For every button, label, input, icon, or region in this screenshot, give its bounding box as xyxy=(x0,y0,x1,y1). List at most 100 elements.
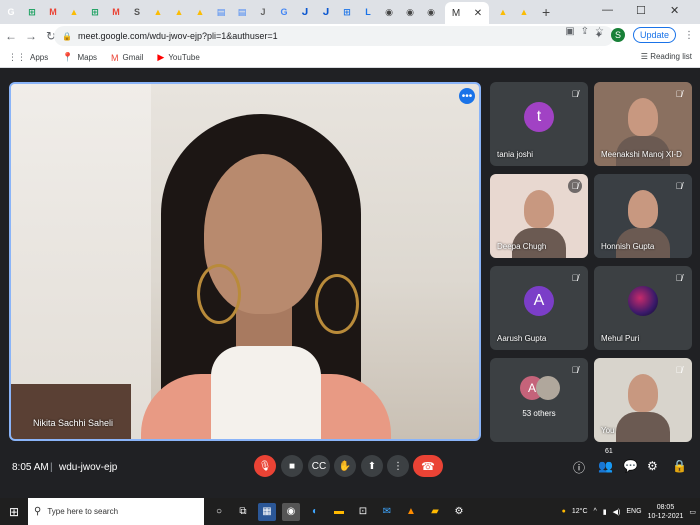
browser-tab[interactable]: G xyxy=(277,4,291,20)
activities-icon[interactable]: ⚙ xyxy=(647,459,658,473)
camera-indicator-icon[interactable]: ▣ xyxy=(565,26,574,37)
more-options-icon[interactable]: ••• xyxy=(459,88,475,104)
reading-list-button[interactable]: ☰ Reading list xyxy=(641,52,692,61)
participant-face xyxy=(524,190,554,228)
taskbar-date: 10-12-2021 xyxy=(647,512,684,520)
participant-name: Aarush Gupta xyxy=(497,334,547,343)
profile-avatar[interactable]: S xyxy=(610,28,625,42)
browser-tab[interactable]: L xyxy=(361,4,375,20)
address-bar[interactable]: 🔒 meet.google.com/wdu-jwov-ejp?pli=1&aut… xyxy=(54,26,614,46)
bookmark-apps[interactable]: ⋮⋮ Apps xyxy=(8,52,48,63)
browser-tab[interactable]: ᒍ xyxy=(298,4,312,20)
share-icon[interactable]: ⇪ xyxy=(581,26,589,37)
browser-tab[interactable]: S xyxy=(130,4,144,20)
update-button[interactable]: Update xyxy=(632,27,676,43)
chrome-icon[interactable]: ◉ xyxy=(282,502,300,521)
participant-tile[interactable]: t tania joshi 🎙̸ xyxy=(490,82,588,166)
browser-tab[interactable]: ᒍ xyxy=(319,4,333,20)
bookmark-gmail[interactable]: M Gmail xyxy=(111,53,143,63)
browser-tab[interactable]: ▲ xyxy=(172,4,186,20)
reading-list-label: Reading list xyxy=(650,52,692,61)
participant-tile[interactable]: Deepa Chugh 🎙̸ xyxy=(490,174,588,258)
network-icon[interactable]: ▮ xyxy=(603,508,607,516)
participant-tile[interactable]: A Aarush Gupta 🎙̸ xyxy=(490,266,588,350)
meeting-code: wdu-jwov-ejp xyxy=(59,462,118,473)
browser-tab[interactable]: ◉ xyxy=(382,4,396,20)
more-options-button[interactable]: ⋮ xyxy=(387,455,409,477)
browser-tab[interactable]: ⊞ xyxy=(25,4,39,20)
participant-tile[interactable]: Honnish Gupta 🎙̸ xyxy=(594,174,692,258)
participant-name: Meenakshi Manoj XI-D xyxy=(601,150,682,159)
others-count: 53 others xyxy=(522,409,556,418)
people-icon[interactable]: 👥 xyxy=(598,459,613,473)
lock-icon[interactable]: 🔒 xyxy=(62,32,72,41)
browser-tab[interactable]: ▲ xyxy=(67,4,81,20)
minimize-icon[interactable]: — xyxy=(602,4,613,16)
back-icon[interactable]: ← xyxy=(2,29,20,43)
store-icon[interactable]: ⊡ xyxy=(354,503,372,521)
browser-tab[interactable]: ◉ xyxy=(403,4,417,20)
windows-start-icon[interactable]: ⊞ xyxy=(4,505,24,519)
participant-tile[interactable]: You 🎙̸ xyxy=(594,358,692,442)
extensions-icon[interactable]: ✦ xyxy=(595,30,603,41)
camera-button[interactable]: ■ xyxy=(281,455,303,477)
notifications-icon[interactable]: ▭ xyxy=(689,508,696,516)
taskbar-search[interactable]: ⚲ Type here to search xyxy=(28,498,204,525)
browser-tab[interactable]: ▤ xyxy=(235,4,249,20)
browser-tab[interactable]: ▲ xyxy=(496,4,510,20)
participant-tile[interactable]: Mehul Puri 🎙̸ xyxy=(594,266,692,350)
mic-off-button[interactable]: 🎙 xyxy=(254,455,276,477)
mic-off-icon: 🎙̸ xyxy=(568,179,582,193)
browser-tab[interactable]: ▤ xyxy=(214,4,228,20)
edge-icon[interactable]: ◐ xyxy=(306,503,324,521)
settings-icon[interactable]: ⚙ xyxy=(450,503,468,521)
file-explorer-icon[interactable]: ▬ xyxy=(330,503,348,521)
vlc-icon[interactable]: ▲ xyxy=(402,503,420,521)
mic-off-icon: 🎙̸ xyxy=(675,181,683,191)
task-view-icon[interactable]: ⧉ xyxy=(234,503,252,521)
browser-tab[interactable]: ▲ xyxy=(193,4,207,20)
browser-tab[interactable]: M xyxy=(46,4,60,20)
host-controls-icon[interactable]: 🔒 xyxy=(672,459,687,473)
forward-icon[interactable]: → xyxy=(22,29,40,43)
main-speaker-tile[interactable]: Nikita Sachhi Saheli ••• xyxy=(9,82,481,441)
calculator-icon[interactable]: ▦ xyxy=(258,502,276,521)
taskbar-clock[interactable]: 08:05 10-12-2021 xyxy=(648,503,684,521)
browser-tab[interactable]: ◉ xyxy=(424,4,438,20)
language-indicator[interactable]: ENG xyxy=(626,508,641,515)
browser-tab[interactable]: ▲ xyxy=(517,4,531,20)
folder-icon[interactable]: ▰ xyxy=(426,503,444,521)
browser-tab[interactable]: G xyxy=(4,4,18,20)
browser-tab[interactable]: ⊞ xyxy=(88,4,102,20)
weather-icon[interactable]: ● xyxy=(562,508,566,515)
bookmark-icon: ▶ xyxy=(157,52,165,62)
participant-name: You xyxy=(601,426,615,435)
weather-temp[interactable]: 12°C xyxy=(572,508,588,515)
participant-avatar: A xyxy=(524,286,554,316)
browser-tab[interactable]: ▲ xyxy=(151,4,165,20)
browser-tab[interactable]: M xyxy=(109,4,123,20)
meeting-details-icon[interactable]: ⓘ xyxy=(573,459,585,476)
present-button[interactable]: ⬆ xyxy=(361,455,383,477)
participant-tile[interactable]: Meenakshi Manoj XI-D 🎙̸ xyxy=(594,82,692,166)
cortana-icon[interactable]: ○ xyxy=(210,503,228,521)
tray-arrow-icon[interactable]: ^ xyxy=(594,508,597,515)
captions-button[interactable]: CC xyxy=(308,455,330,477)
active-tab[interactable]: M ✕ xyxy=(445,2,489,24)
chat-icon[interactable]: 💬 xyxy=(623,459,638,473)
tab-close-icon[interactable]: ✕ xyxy=(474,8,482,19)
close-window-icon[interactable]: ✕ xyxy=(670,4,679,17)
url-text[interactable]: meet.google.com/wdu-jwov-ejp?pli=1&authu… xyxy=(78,31,278,41)
photos-icon[interactable]: ✉ xyxy=(378,503,396,521)
new-tab-button[interactable]: + xyxy=(542,4,550,20)
maximize-icon[interactable]: ☐ xyxy=(636,4,646,17)
bookmark-maps[interactable]: 📍 Maps xyxy=(62,52,97,63)
bookmark-youtube[interactable]: ▶ YouTube xyxy=(157,52,199,63)
menu-icon[interactable]: ⋮ xyxy=(684,30,694,41)
leave-call-button[interactable]: ☎ xyxy=(413,455,443,477)
participant-tile[interactable]: A 53 others 🎙̸ xyxy=(490,358,588,442)
browser-tab[interactable]: ⊞ xyxy=(340,4,354,20)
volume-icon[interactable]: ◀) xyxy=(613,508,621,516)
raise-hand-button[interactable]: ✋ xyxy=(334,455,356,477)
browser-tab[interactable]: J xyxy=(256,4,270,20)
